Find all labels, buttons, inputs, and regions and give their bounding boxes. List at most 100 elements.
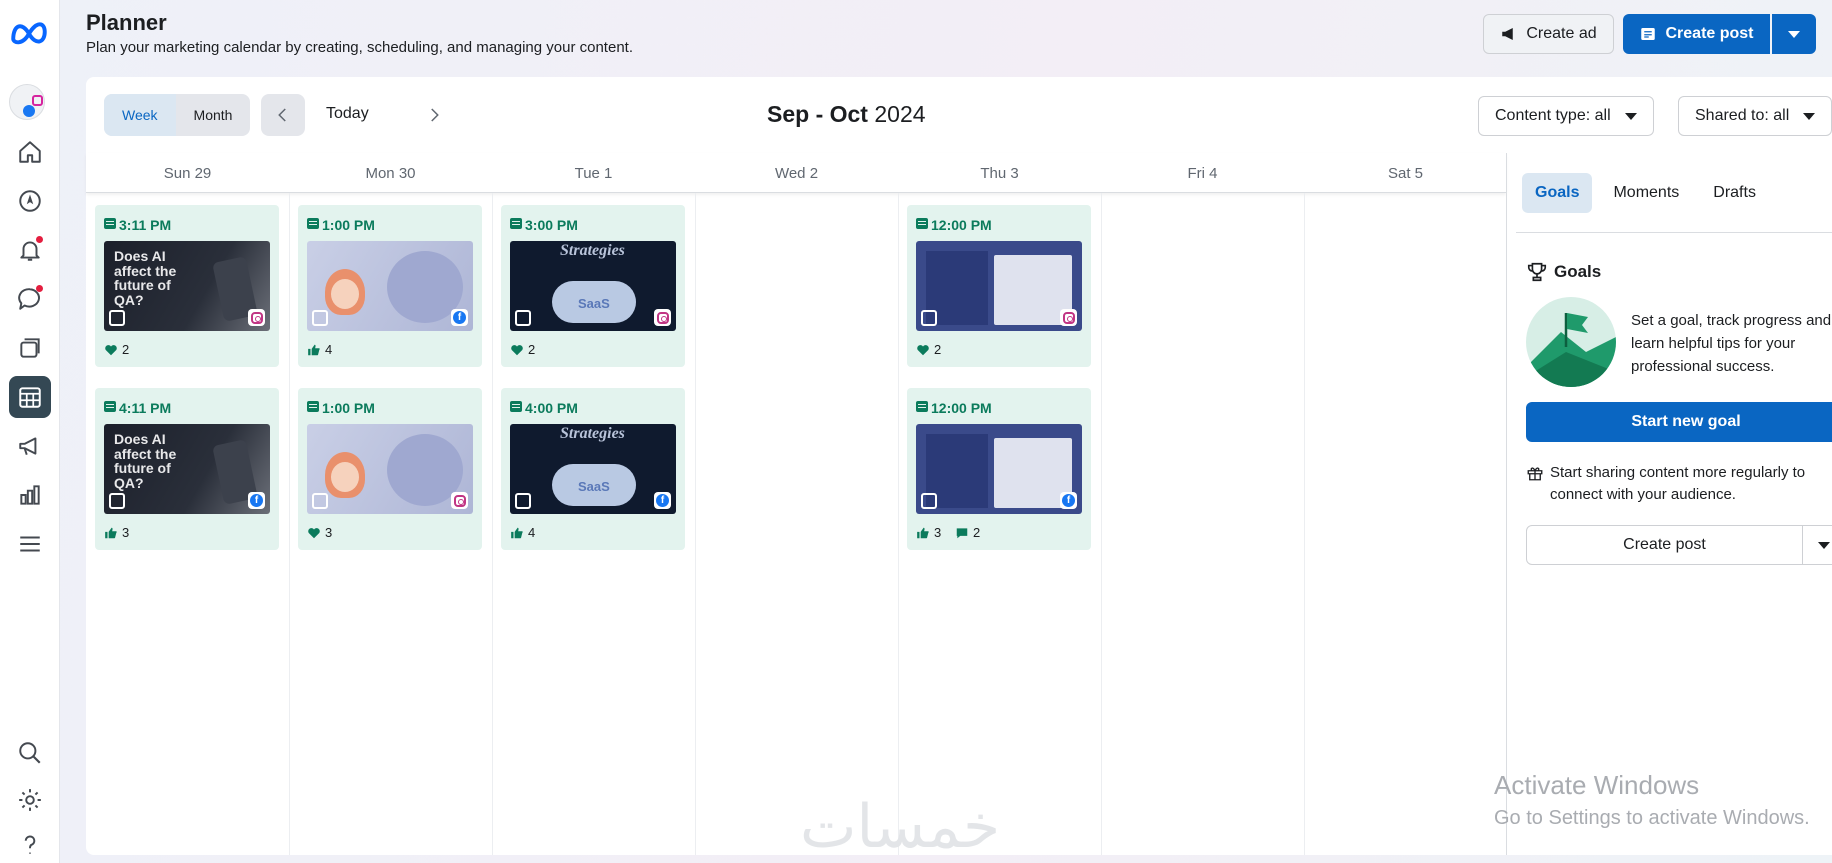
goals-title: Goals <box>1554 262 1602 281</box>
side-tabs: Goals Moments Drafts <box>1522 173 1769 213</box>
engagement-metric: 4 <box>510 525 535 540</box>
post-type-icon <box>104 401 116 412</box>
page-subtitle: Plan your marketing calendar by creating… <box>86 39 633 56</box>
chevron-left-icon <box>278 108 286 122</box>
engagement-metric: 3 <box>916 525 941 540</box>
shared-to-filter[interactable]: Shared to: all <box>1678 96 1832 136</box>
day-column-divider <box>1101 193 1102 855</box>
date-range-months: Sep - Oct <box>767 101 868 127</box>
comments-metric: 2 <box>955 525 980 540</box>
start-new-goal-button[interactable]: Start new goal <box>1526 402 1832 442</box>
network-badge: f <box>1060 492 1077 509</box>
network-badge <box>451 492 468 509</box>
instagram-icon <box>453 494 466 507</box>
goal-tip: Start sharing content more regularly to … <box>1526 462 1832 506</box>
facebook-icon: f <box>1062 494 1075 507</box>
create-post-button[interactable]: Create post <box>1623 14 1770 54</box>
scheduled-post-card[interactable]: 4:00 PM Strategies SaaS f 4 <box>501 388 685 550</box>
side-create-post-button[interactable]: Create post <box>1527 526 1803 564</box>
date-range-title: Sep - Oct 2024 <box>767 101 926 128</box>
chevron-down-icon <box>1624 112 1637 120</box>
content-library-icon[interactable] <box>9 327 51 369</box>
scheduled-post-card[interactable]: 1:00 PM 3 <box>298 388 482 550</box>
messages-icon[interactable] <box>9 278 51 320</box>
post-type-icon <box>104 218 116 229</box>
tab-drafts[interactable]: Drafts <box>1700 173 1769 213</box>
side-create-post-dropdown[interactable] <box>1803 526 1832 564</box>
scheduled-post-card[interactable]: 4:11 PM Does AI affect the future of QA? f… <box>95 388 279 550</box>
day-column-divider <box>695 193 696 855</box>
panel-divider <box>1506 153 1507 855</box>
day-header: Sun 29 <box>163 165 212 182</box>
insights-chart-icon[interactable] <box>9 474 51 516</box>
metric-value: 2 <box>122 342 130 357</box>
notifications-bell-icon[interactable] <box>9 229 51 271</box>
image-media-icon <box>921 493 937 509</box>
month-view-tab[interactable]: Month <box>176 94 251 136</box>
image-media-icon <box>109 310 125 326</box>
help-icon[interactable] <box>9 827 51 863</box>
facebook-icon: f <box>453 311 466 324</box>
search-icon[interactable] <box>9 732 51 774</box>
post-time: 4:00 PM <box>525 400 578 416</box>
ads-megaphone-icon[interactable] <box>9 425 51 467</box>
day-header: Thu 3 <box>980 165 1019 182</box>
activate-windows-watermark: Activate Windows Go to Settings to activ… <box>1494 770 1810 830</box>
scheduled-post-card[interactable]: 3:11 PM Does AI affect the future of QA? 2 <box>95 205 279 367</box>
metric-value: 3 <box>122 525 130 540</box>
engagement-metric: 2 <box>510 342 535 357</box>
site-watermark: خمسات <box>800 792 1001 862</box>
home-icon[interactable] <box>9 131 51 173</box>
scheduled-post-card[interactable]: 12:00 PM f 3 2 <box>907 388 1091 550</box>
goal-tip-text: Start sharing content more regularly to … <box>1550 464 1806 503</box>
post-type-icon <box>916 401 928 412</box>
next-week-button[interactable] <box>412 94 456 136</box>
facebook-icon: f <box>250 494 263 507</box>
today-button[interactable]: Today <box>326 105 369 123</box>
instagram-icon <box>250 311 263 324</box>
post-type-icon <box>307 218 319 229</box>
compass-icon[interactable] <box>9 180 51 222</box>
week-days-header: Sun 29 Mon 30 Tue 1 Wed 2 Thu 3 Fri 4 Sat 5 <box>86 153 1506 193</box>
image-media-icon <box>312 493 328 509</box>
create-post-dropdown-button[interactable] <box>1772 14 1816 54</box>
comment-icon <box>956 527 968 538</box>
menu-icon[interactable] <box>9 523 51 565</box>
engagement-metric: 3 <box>104 525 129 540</box>
like-icon <box>917 527 929 538</box>
settings-gear-icon[interactable] <box>9 779 51 821</box>
day-header: Fri 4 <box>1187 165 1218 182</box>
meta-logo-icon[interactable] <box>8 14 50 50</box>
goals-illustration <box>1526 297 1616 387</box>
image-media-icon <box>109 493 125 509</box>
network-badge <box>1060 309 1077 326</box>
previous-week-button[interactable] <box>261 94 305 136</box>
network-badge: f <box>654 492 671 509</box>
tab-goals[interactable]: Goals <box>1522 173 1593 213</box>
network-badge: f <box>451 309 468 326</box>
scheduled-post-card[interactable]: 1:00 PM f 4 <box>298 205 482 367</box>
day-column-divider <box>1304 193 1305 855</box>
week-view-tab[interactable]: Week <box>104 94 176 136</box>
create-ad-button[interactable]: Create ad <box>1483 14 1614 54</box>
megaphone-icon <box>1502 28 1514 40</box>
planner-calendar-icon[interactable] <box>9 376 51 418</box>
like-icon <box>105 527 117 538</box>
engagement-metric: 3 <box>307 525 332 540</box>
view-switcher: Week Month <box>104 94 251 136</box>
post-time: 3:00 PM <box>525 217 578 233</box>
scheduled-post-card[interactable]: 12:00 PM 2 <box>907 205 1091 367</box>
instagram-icon <box>656 311 669 324</box>
facebook-icon: f <box>656 494 669 507</box>
account-avatar[interactable] <box>9 84 45 120</box>
like-icon <box>511 527 523 538</box>
post-time: 1:00 PM <box>322 217 375 233</box>
post-time: 12:00 PM <box>931 400 992 416</box>
content-type-filter[interactable]: Content type: all <box>1478 96 1654 136</box>
activate-windows-title: Activate Windows <box>1494 770 1700 800</box>
post-time: 4:11 PM <box>119 400 172 416</box>
post-type-icon <box>510 401 522 412</box>
scheduled-post-card[interactable]: 3:00 PM Strategies SaaS 2 <box>501 205 685 367</box>
chevron-down-icon <box>1818 541 1830 549</box>
tab-moments[interactable]: Moments <box>1600 173 1692 213</box>
